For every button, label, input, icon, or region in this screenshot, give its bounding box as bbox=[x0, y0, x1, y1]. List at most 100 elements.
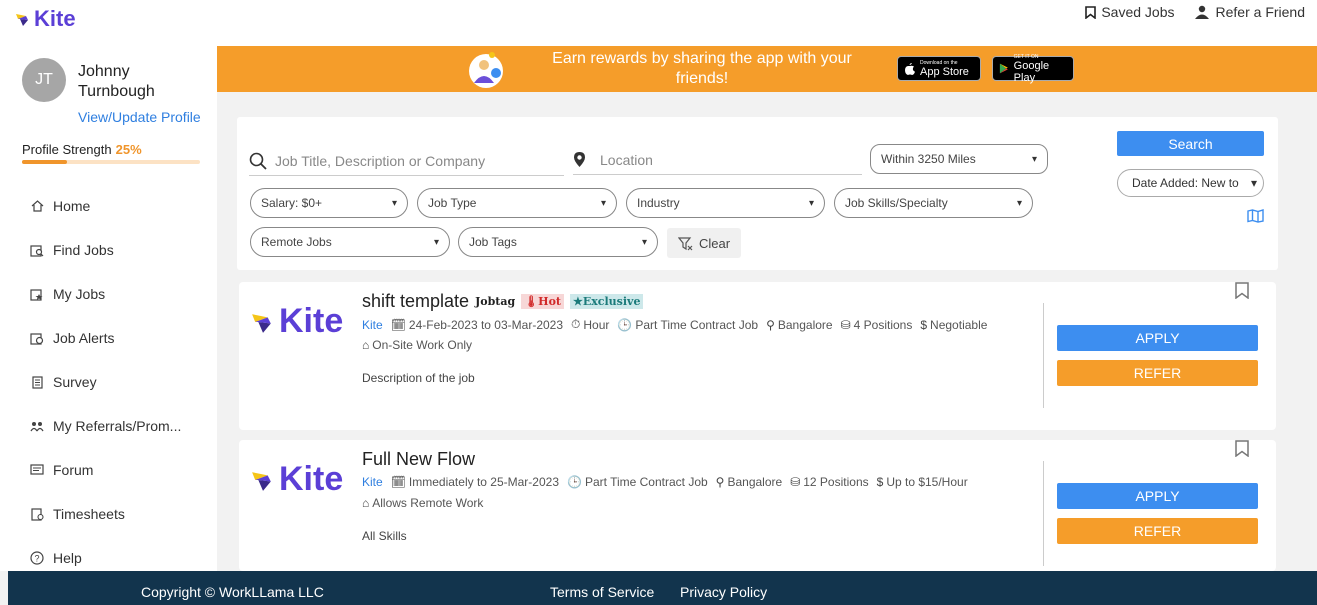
sort-select[interactable]: Date Added: New to ▾ bbox=[1117, 169, 1264, 197]
google-play-button[interactable]: GET IT ON Google Play bbox=[992, 54, 1074, 84]
job-positions: 4 Positions bbox=[853, 317, 913, 332]
positions-icon: ⛁ bbox=[840, 317, 851, 332]
job-title[interactable]: Full New Flow bbox=[362, 449, 475, 470]
app-store-button[interactable]: Download on the App Store bbox=[897, 56, 981, 81]
job-title-text: shift template bbox=[362, 291, 470, 311]
kite-logo-icon bbox=[16, 14, 28, 26]
remote-jobs-filter[interactable]: Remote Jobs ▾ bbox=[250, 227, 450, 257]
home-icon bbox=[30, 200, 44, 212]
chevron-down-icon: ▾ bbox=[1016, 197, 1022, 209]
job-card[interactable]: Kite shift template Jobtag 🌡Hot ★Exclusi… bbox=[239, 282, 1276, 430]
app-logo[interactable]: Kite bbox=[14, 6, 76, 32]
job-title[interactable]: shift template Jobtag 🌡Hot ★Exclusive bbox=[362, 291, 644, 312]
banner-text: Earn rewards by sharing the app with you… bbox=[552, 50, 852, 87]
company-logo-text: Kite bbox=[279, 302, 344, 340]
industry-filter-label: Industry bbox=[637, 196, 680, 210]
chevron-down-icon: ▾ bbox=[1250, 176, 1257, 190]
refer-button[interactable]: REFER bbox=[1057, 360, 1258, 386]
clock-icon: 🕒 bbox=[617, 317, 633, 332]
top-bar: Kite Saved Jobs Refer a Friend bbox=[0, 0, 1317, 46]
saved-jobs-link[interactable]: Saved Jobs bbox=[1085, 4, 1175, 20]
sidebar-item-referrals[interactable]: My Referrals/Prom... bbox=[30, 404, 181, 448]
job-type-filter[interactable]: Job Type ▾ bbox=[417, 188, 617, 218]
sidebar-item-label: My Jobs bbox=[53, 286, 106, 302]
sidebar-item-timesheets[interactable]: Timesheets bbox=[30, 492, 181, 536]
job-work-mode: ⌂ On-Site Work Only bbox=[362, 338, 472, 352]
privacy-link[interactable]: Privacy Policy bbox=[680, 584, 767, 600]
google-play-label: Google Play bbox=[1013, 59, 1050, 84]
svg-text:?: ? bbox=[34, 554, 39, 564]
kite-logo-icon bbox=[252, 313, 271, 333]
footer: Copyright © WorkLLama LLC Terms of Servi… bbox=[8, 571, 1317, 605]
dollar-icon: $ bbox=[876, 475, 884, 489]
search-input[interactable]: Job Title, Description or Company bbox=[275, 153, 485, 169]
flame-icon: 🌡 bbox=[524, 295, 539, 308]
find-jobs-icon bbox=[30, 244, 44, 257]
chevron-down-icon: ▾ bbox=[1031, 153, 1037, 165]
avatar[interactable]: JT bbox=[22, 58, 66, 102]
refer-button[interactable]: REFER bbox=[1057, 518, 1258, 544]
profile-strength-fill bbox=[22, 160, 67, 164]
sidebar-item-label: Help bbox=[53, 550, 82, 566]
location-pin-icon: ⚲ bbox=[715, 475, 725, 489]
sidebar-item-label: Timesheets bbox=[53, 506, 125, 522]
job-dates: Immediately to 25-Mar-2023 bbox=[408, 475, 559, 489]
sidebar-item-find-jobs[interactable]: Find Jobs bbox=[30, 228, 181, 272]
bookmark-icon[interactable] bbox=[1235, 440, 1249, 457]
search-icon bbox=[249, 152, 267, 170]
job-description: All Skills bbox=[362, 529, 407, 543]
kite-logo-icon bbox=[252, 471, 271, 491]
location-field[interactable]: Location bbox=[573, 145, 862, 175]
company-link[interactable]: Kite bbox=[362, 318, 383, 332]
promo-banner[interactable]: Earn rewards by sharing the app with you… bbox=[217, 46, 1317, 92]
sidebar-item-label: Home bbox=[53, 198, 91, 214]
job-description: Description of the job bbox=[362, 371, 475, 385]
divider bbox=[1043, 303, 1044, 408]
terms-link[interactable]: Terms of Service bbox=[550, 584, 654, 600]
keyword-search-field[interactable]: Job Title, Description or Company bbox=[249, 147, 564, 176]
bookmark-icon[interactable] bbox=[1235, 282, 1249, 299]
clear-filters-button[interactable]: Clear bbox=[667, 228, 741, 258]
job-positions: 12 Positions bbox=[803, 475, 869, 489]
clock-icon: 🕒 bbox=[567, 475, 582, 489]
radius-select[interactable]: Within 3250 Miles ▾ bbox=[870, 144, 1048, 174]
chevron-down-icon: ▾ bbox=[641, 236, 647, 248]
location-pin-icon bbox=[574, 152, 585, 167]
search-button[interactable]: Search bbox=[1117, 131, 1264, 156]
job-type: Part Time Contract Job bbox=[584, 475, 708, 489]
sidebar-item-label: Survey bbox=[53, 374, 97, 390]
sidebar: JT Johnny Turnbough View/Update Profile … bbox=[0, 46, 217, 571]
job-tags-filter[interactable]: Job Tags ▾ bbox=[458, 227, 658, 257]
timer-icon: ⏱ bbox=[571, 317, 581, 331]
company-logo: Kite bbox=[249, 302, 343, 341]
apply-button[interactable]: APPLY bbox=[1057, 483, 1258, 509]
job-work-mode: ⌂ Allows Remote Work bbox=[362, 496, 483, 510]
location-input[interactable]: Location bbox=[600, 152, 653, 168]
refer-friend-link[interactable]: Refer a Friend bbox=[1193, 4, 1305, 20]
apply-button[interactable]: APPLY bbox=[1057, 325, 1258, 351]
map-view-icon[interactable] bbox=[1247, 209, 1264, 226]
sidebar-item-job-alerts[interactable]: Job Alerts bbox=[30, 316, 181, 360]
exclusive-badge: ★Exclusive bbox=[569, 294, 644, 309]
sidebar-item-forum[interactable]: Forum bbox=[30, 448, 181, 492]
forum-icon bbox=[30, 464, 44, 476]
profile-strength-label: Profile Strength bbox=[22, 142, 112, 157]
bookmark-icon bbox=[1085, 5, 1097, 19]
sidebar-item-my-jobs[interactable]: My Jobs bbox=[30, 272, 181, 316]
job-search-panel: Job Title, Description or Company Locati… bbox=[237, 117, 1278, 270]
sidebar-item-survey[interactable]: Survey bbox=[30, 360, 181, 404]
job-pay: Up to $15/Hour bbox=[886, 475, 968, 489]
salary-filter[interactable]: Salary: $0+ ▾ bbox=[250, 188, 408, 218]
company-link[interactable]: Kite bbox=[362, 475, 383, 489]
skills-filter[interactable]: Job Skills/Specialty ▾ bbox=[834, 188, 1033, 218]
job-type-filter-label: Job Type bbox=[428, 196, 477, 210]
industry-filter[interactable]: Industry ▾ bbox=[626, 188, 825, 218]
job-card[interactable]: Kite Full New Flow Kite 🗓 Immediately to … bbox=[239, 440, 1276, 571]
my-jobs-icon bbox=[30, 288, 44, 301]
positions-icon: ⛁ bbox=[790, 475, 801, 489]
user-add-icon bbox=[1194, 5, 1209, 19]
view-update-profile-link[interactable]: View/Update Profile bbox=[78, 109, 201, 125]
job-type: Part Time Contract Job bbox=[635, 317, 759, 332]
sidebar-item-home[interactable]: Home bbox=[30, 184, 181, 228]
location-pin-icon: ⚲ bbox=[766, 317, 775, 332]
